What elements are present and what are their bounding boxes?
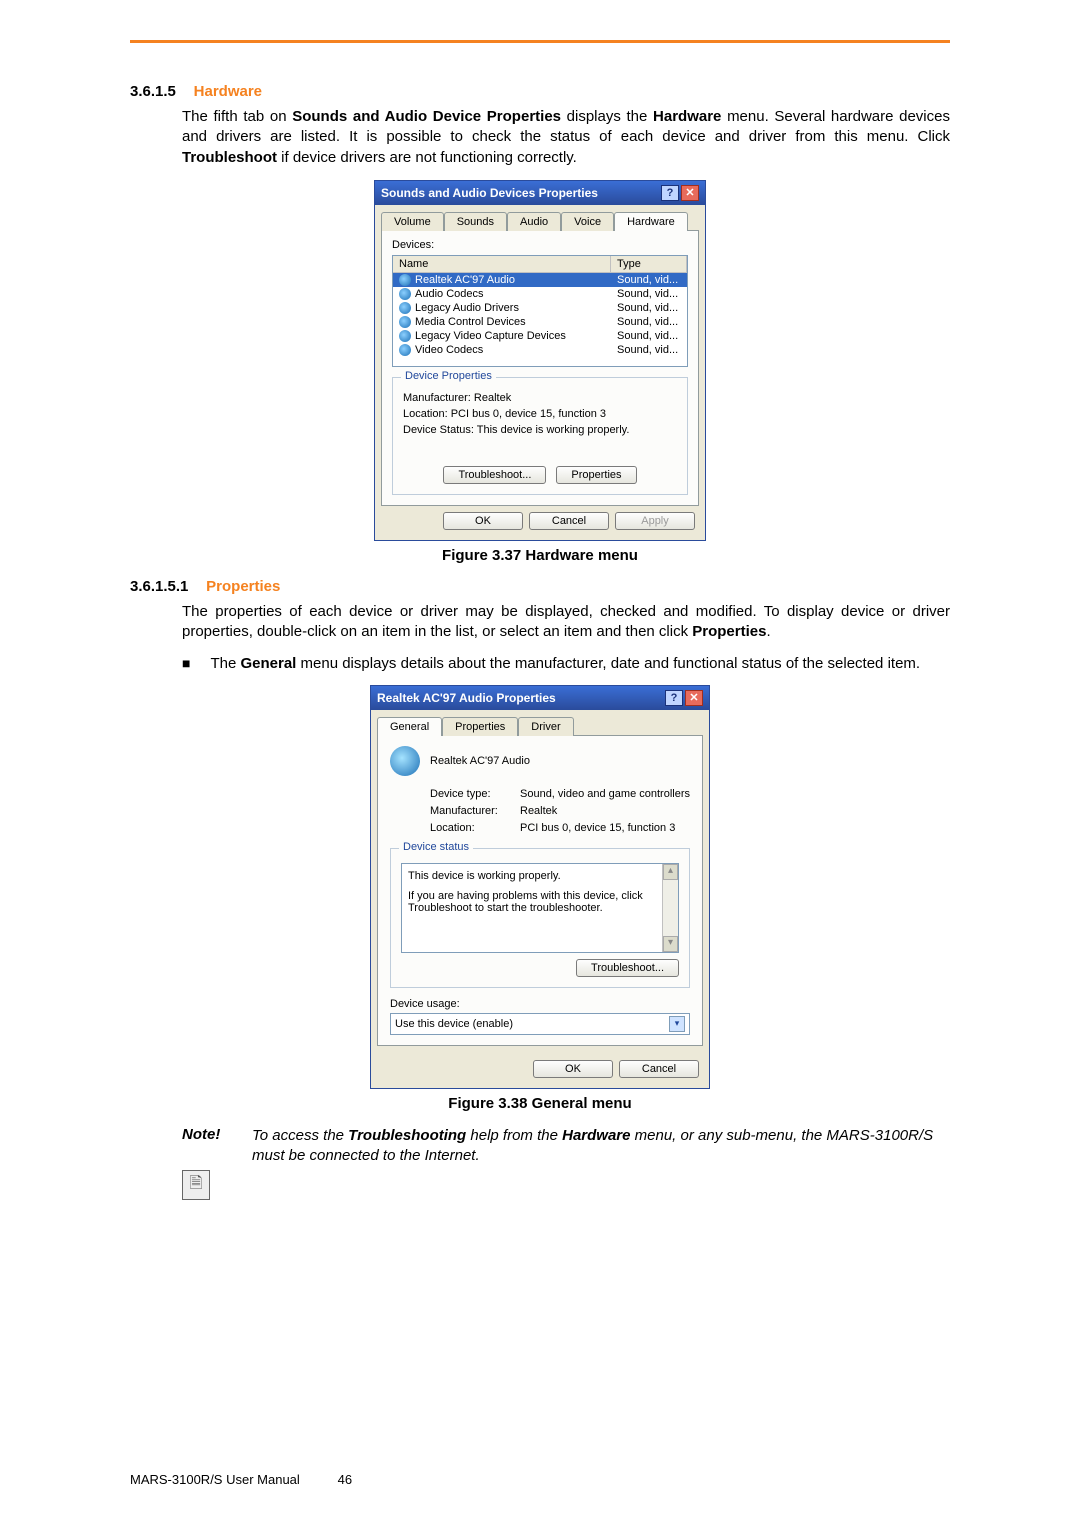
section1-paragraph: The fifth tab on Sounds and Audio Device… [182,107,950,168]
figure-1: Sounds and Audio Devices Properties ? ✕ … [130,180,950,564]
tab-driver[interactable]: Driver [518,717,573,736]
device-icon [399,274,411,286]
list-item[interactable]: Legacy Audio Drivers Sound, vid... [393,301,687,315]
close-button[interactable]: ✕ [685,690,703,706]
troubleshoot-button[interactable]: Troubleshoot... [576,959,679,977]
cancel-button[interactable]: Cancel [619,1060,699,1078]
devices-label: Devices: [392,239,688,251]
location-line: Location: PCI bus 0, device 15, function… [403,408,677,420]
tab-properties[interactable]: Properties [442,717,518,736]
cancel-button[interactable]: Cancel [529,512,609,530]
device-icon [399,330,411,342]
device-icon [399,288,411,300]
section-title: Properties [206,578,280,595]
tab-hardware[interactable]: Hardware [614,212,688,231]
tab-general[interactable]: General [377,717,442,736]
help-button[interactable]: ? [665,690,683,706]
scrollbar[interactable]: ▴ ▾ [662,864,678,952]
scroll-down-icon[interactable]: ▾ [663,936,678,952]
tab-strip: General Properties Driver [371,710,709,735]
device-icon [399,316,411,328]
device-usage-combo[interactable]: Use this device (enable) ▾ [390,1013,690,1035]
tab-sounds[interactable]: Sounds [444,212,507,231]
bullet-icon: ■ [182,654,190,674]
section-heading-2: 3.6.1.5.1 Properties [130,578,950,596]
tab-voice[interactable]: Voice [561,212,614,231]
dialog-titlebar: Sounds and Audio Devices Properties ? ✕ [375,181,705,205]
list-item[interactable]: Realtek AC'97 Audio Sound, vid... [393,273,687,287]
note-body: To access the Troubleshooting help from … [252,1126,950,1167]
properties-button[interactable]: Properties [556,466,636,484]
section-heading-1: 3.6.1.5 Hardware [130,83,950,101]
tab-audio[interactable]: Audio [507,212,561,231]
devices-list[interactable]: Name Type Realtek AC'97 Audio Sound, vid… [392,255,688,367]
figure-2-caption: Figure 3.38 General menu [130,1095,950,1112]
device-status-group: Device status This device is working pro… [390,848,690,988]
device-usage-label: Device usage: [390,998,690,1010]
dialog-title: Realtek AC'97 Audio Properties [377,691,556,705]
group-title: Device status [399,841,473,853]
list-header: Name Type [393,256,687,273]
figure-2: Realtek AC'97 Audio Properties ? ✕ Gener… [130,685,950,1112]
tab-volume[interactable]: Volume [381,212,444,231]
manufacturer-line: Manufacturer: Realtek [403,392,677,404]
ok-button[interactable]: OK [443,512,523,530]
list-item[interactable]: Audio Codecs Sound, vid... [393,287,687,301]
note-block: Note! To access the Troubleshooting help… [182,1126,950,1167]
page-footer: MARS-3100R/S User Manual 46 [130,1472,950,1487]
help-button[interactable]: ? [661,185,679,201]
note-page-icon: 🗎 [182,1170,210,1200]
footer-left: MARS-3100R/S User Manual [130,1472,300,1487]
section-number: 3.6.1.5 [130,83,176,100]
list-item[interactable]: Legacy Video Capture Devices Sound, vid.… [393,329,687,343]
close-button[interactable]: ✕ [681,185,699,201]
group-title: Device Properties [401,370,496,382]
tab-strip: Volume Sounds Audio Voice Hardware [375,205,705,230]
device-properties-group: Device Properties Manufacturer: Realtek … [392,377,688,495]
device-icon [399,302,411,314]
section-title: Hardware [194,83,262,100]
col-type[interactable]: Type [611,256,687,272]
section2-paragraph: The properties of each device or driver … [182,602,950,643]
header-rule [130,40,950,43]
sounds-audio-dialog: Sounds and Audio Devices Properties ? ✕ … [374,180,706,541]
device-name: Realtek AC'97 Audio [430,755,530,767]
device-icon [390,746,420,776]
status-line: Device Status: This device is working pr… [403,424,677,436]
note-label: Note! [182,1126,252,1167]
section-number: 3.6.1.5.1 [130,578,188,595]
ok-button[interactable]: OK [533,1060,613,1078]
list-item[interactable]: Media Control Devices Sound, vid... [393,315,687,329]
status-textbox[interactable]: This device is working properly. If you … [401,863,679,953]
device-icon [399,344,411,356]
hardware-tab-body: Devices: Name Type Realtek AC'97 Audio S… [381,230,699,506]
dialog-title: Sounds and Audio Devices Properties [381,186,598,200]
document-page: 3.6.1.5 Hardware The fifth tab on Sounds… [0,0,1080,1527]
realtek-properties-dialog: Realtek AC'97 Audio Properties ? ✕ Gener… [370,685,710,1089]
figure-1-caption: Figure 3.37 Hardware menu [130,547,950,564]
bullet-item: ■ The General menu displays details abou… [182,654,950,674]
scroll-up-icon[interactable]: ▴ [663,864,678,880]
apply-button[interactable]: Apply [615,512,695,530]
page-number: 46 [338,1472,352,1487]
chevron-down-icon[interactable]: ▾ [669,1016,685,1032]
general-tab-body: Realtek AC'97 Audio Device type:Sound, v… [377,735,703,1046]
col-name[interactable]: Name [393,256,611,272]
troubleshoot-button[interactable]: Troubleshoot... [443,466,546,484]
list-item[interactable]: Video Codecs Sound, vid... [393,343,687,357]
dialog-titlebar: Realtek AC'97 Audio Properties ? ✕ [371,686,709,710]
